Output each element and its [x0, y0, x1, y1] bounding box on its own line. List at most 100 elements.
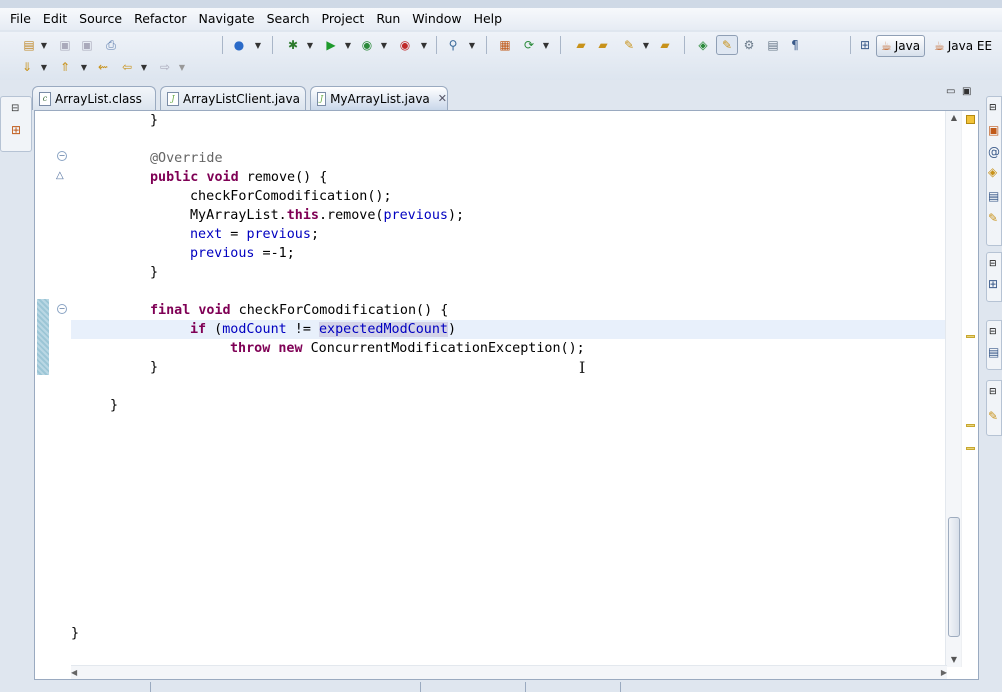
code-line: } [71, 626, 80, 641]
horizontal-scrollbar[interactable]: ◀ ▶ [71, 665, 947, 679]
next-annotation-dropdown-icon[interactable]: ▼ [40, 59, 48, 75]
code-editor[interactable]: − △ − } @Override public void remove() {… [34, 110, 979, 680]
perspective-javaee[interactable]: ☕ Java EE [930, 35, 996, 57]
back-dropdown-icon[interactable]: ▼ [140, 59, 148, 75]
restore-icon[interactable]: ⊟ [989, 103, 997, 113]
tab-myarraylist-java[interactable]: J MyArrayList.java ✕ [310, 86, 448, 110]
show-whitespace-icon[interactable]: ¶ [786, 37, 804, 53]
new-dropdown-icon[interactable]: ▼ [40, 37, 48, 53]
code-line: throw new ConcurrentModificationExceptio… [230, 341, 585, 356]
menu-source[interactable]: Source [73, 9, 128, 29]
menu-help[interactable]: Help [468, 9, 509, 29]
javadoc-icon[interactable]: @ [988, 145, 1000, 159]
right-trim-stack-2: ⊟ ⊞ [986, 252, 1002, 302]
code-line: } [150, 113, 159, 128]
maximize-icon[interactable]: ▣ [962, 86, 971, 97]
search-dropdown-icon[interactable]: ▼ [642, 37, 650, 53]
hierarchy-icon[interactable]: ⊞ [988, 277, 998, 291]
open-perspective-button[interactable]: ⊞ [856, 37, 874, 53]
console-icon[interactable]: ▤ [988, 189, 999, 203]
save-all-icon[interactable]: ▣ [78, 37, 96, 53]
print-icon[interactable]: ⎙ [102, 37, 120, 53]
problems-icon[interactable]: ▤ [988, 345, 999, 359]
bookmarks-icon[interactable]: ✎ [988, 409, 998, 423]
minimize-icon[interactable]: ▭ [946, 86, 955, 97]
code-text[interactable]: } @Override public void remove() { check… [71, 111, 947, 667]
package-explorer-icon[interactable]: ⊞ [11, 123, 21, 137]
new-package-icon[interactable]: ▦ [496, 37, 514, 53]
menu-search[interactable]: Search [261, 9, 316, 29]
fold-collapse-icon[interactable]: − [57, 304, 67, 314]
globe-dropdown-icon[interactable]: ▼ [254, 37, 262, 53]
tasks-icon[interactable]: ✎ [988, 211, 998, 225]
run-icon[interactable]: ▶ [322, 37, 340, 53]
code-line: final void checkForComodification() { [150, 303, 449, 318]
block-selection-icon[interactable]: ⚙ [740, 37, 758, 53]
external-tools-dropdown-icon[interactable]: ▼ [420, 37, 428, 53]
coverage-dropdown-icon[interactable]: ▼ [380, 37, 388, 53]
debug-icon[interactable]: ✱ [284, 37, 302, 53]
tab-arraylist-class[interactable]: c ArrayList.class [32, 86, 156, 110]
status-bar [0, 682, 1002, 692]
new-class-dropdown-icon[interactable]: ▼ [542, 37, 550, 53]
coverage-icon[interactable]: ◉ [358, 37, 376, 53]
last-edit-location-icon[interactable]: ⇜ [94, 59, 112, 75]
search-tools-icon[interactable]: ⚲ [444, 37, 462, 53]
previous-annotation-icon[interactable]: ⇑ [56, 59, 74, 75]
next-annotation-icon[interactable]: ⇓ [18, 59, 36, 75]
current-line: if (modCount != expectedModCount) [71, 320, 947, 339]
external-tools-icon[interactable]: ◉ [396, 37, 414, 53]
open-task-icon[interactable]: ▰ [594, 37, 612, 53]
globe-icon[interactable]: ● [230, 37, 248, 53]
forward-icon[interactable]: ⇨ [156, 59, 174, 75]
menu-project[interactable]: Project [316, 9, 371, 29]
occurrence-marker[interactable] [966, 447, 975, 450]
restore-icon[interactable]: ⊟ [11, 103, 19, 114]
fold-collapse-icon[interactable]: − [57, 151, 67, 161]
toggle-mark-occurrences-icon[interactable]: ✎ [716, 35, 738, 55]
restore-icon[interactable]: ⊟ [989, 327, 997, 337]
occurrence-marker[interactable] [966, 424, 975, 427]
vertical-scrollbar[interactable]: ▲ ▼ [945, 111, 961, 667]
menu-navigate[interactable]: Navigate [193, 9, 261, 29]
close-icon[interactable]: ✕ [438, 92, 447, 105]
menu-window[interactable]: Window [406, 9, 467, 29]
new-icon[interactable]: ▤ [20, 37, 38, 53]
menu-run[interactable]: Run [370, 9, 406, 29]
open-type-icon[interactable]: ▰ [572, 37, 590, 53]
save-icon[interactable]: ▣ [56, 37, 74, 53]
declaration-icon[interactable]: ◈ [988, 165, 997, 179]
scroll-down-icon[interactable]: ▼ [946, 653, 962, 667]
menu-refactor[interactable]: Refactor [128, 9, 192, 29]
scroll-thumb[interactable] [948, 517, 960, 637]
open-perspective-icon[interactable]: ▰ [656, 37, 674, 53]
scroll-up-icon[interactable]: ▲ [946, 111, 962, 125]
back-icon[interactable]: ⇦ [118, 59, 136, 75]
restore-icon[interactable]: ⊟ [989, 387, 997, 397]
restore-icon[interactable]: ⊟ [989, 259, 997, 269]
toolbar-separator [486, 36, 487, 54]
toolbar-separator [436, 36, 437, 54]
show-source-icon[interactable]: ▤ [764, 37, 782, 53]
scroll-right-icon[interactable]: ▶ [941, 666, 947, 680]
debug-dropdown-icon[interactable]: ▼ [306, 37, 314, 53]
search-tools-dropdown-icon[interactable]: ▼ [468, 37, 476, 53]
right-trim-stack-1: ⊟ ▣ @ ◈ ▤ ✎ [986, 96, 1002, 246]
outline-icon[interactable]: ▣ [988, 123, 999, 137]
run-dropdown-icon[interactable]: ▼ [344, 37, 352, 53]
tab-arraylistclient-java[interactable]: J ArrayListClient.java [160, 86, 306, 110]
previous-annotation-dropdown-icon[interactable]: ▼ [80, 59, 88, 75]
toggle-breadcrumb-icon[interactable]: ◈ [694, 37, 712, 53]
new-class-icon[interactable]: ⟳ [520, 37, 538, 53]
forward-dropdown-icon[interactable]: ▼ [178, 59, 186, 75]
code-line: checkForComodification(); [190, 189, 392, 204]
menu-file[interactable]: File [4, 9, 37, 29]
folding-ruler: − △ − [53, 111, 71, 667]
menu-edit[interactable]: Edit [37, 9, 73, 29]
occurrence-marker[interactable] [966, 335, 975, 338]
scroll-left-icon[interactable]: ◀ [71, 666, 77, 680]
perspective-java[interactable]: ☕ Java [876, 35, 926, 57]
overview-status-icon[interactable] [966, 115, 975, 124]
toolbar-separator [272, 36, 273, 54]
search-icon[interactable]: ✎ [620, 37, 638, 53]
